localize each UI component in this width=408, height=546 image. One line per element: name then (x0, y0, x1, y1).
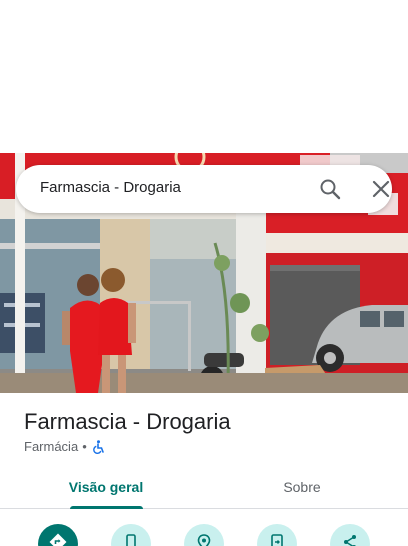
save-location-button[interactable] (184, 524, 224, 546)
directions-icon (49, 533, 67, 546)
share-button[interactable] (330, 524, 370, 546)
selected-tab-indicator (70, 506, 143, 509)
tab-about[interactable]: Sobre (238, 465, 366, 509)
place-tabs: Visão geral Sobre (0, 465, 408, 509)
location-pin-icon (195, 533, 213, 546)
call-button[interactable] (111, 524, 151, 546)
separator-dot: • (82, 439, 87, 454)
search-bar[interactable]: Farmascia - Drogaria (16, 165, 392, 213)
tab-overview[interactable]: Visão geral (42, 465, 170, 509)
place-subtitle: Farmácia • (24, 439, 105, 454)
wheelchair-accessible-icon (91, 439, 105, 454)
search-input[interactable]: Farmascia - Drogaria (40, 179, 181, 196)
place-category: Farmácia (24, 439, 79, 454)
place-title: Farmascia - Drogaria (24, 409, 231, 434)
phone-icon (122, 533, 140, 546)
send-to-phone-button[interactable] (257, 524, 297, 546)
share-icon (341, 533, 359, 546)
directions-button[interactable] (38, 524, 78, 546)
close-icon[interactable] (369, 177, 393, 201)
action-buttons-row (0, 520, 408, 546)
add-to-phone-icon (268, 533, 286, 546)
search-icon[interactable] (318, 177, 342, 201)
map-area (0, 0, 408, 153)
